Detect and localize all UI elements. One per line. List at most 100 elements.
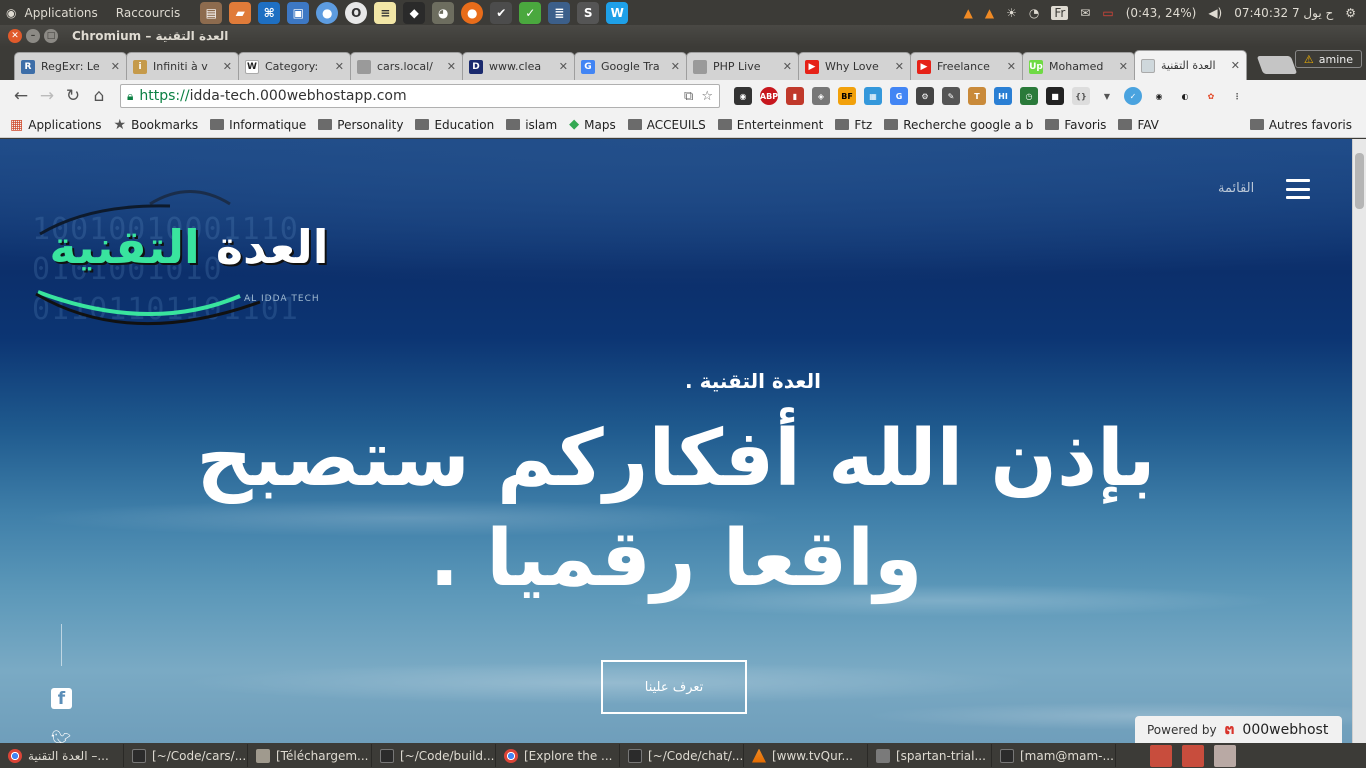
tab-close-icon[interactable]: ✕	[895, 60, 904, 73]
vscode-launcher-icon[interactable]: ⌘	[258, 1, 281, 24]
taskbar-window-button[interactable]: العدة التقنية –...	[0, 744, 124, 767]
timer-ext-icon[interactable]: ◷	[1020, 87, 1038, 105]
files-launcher-icon[interactable]: ▰	[229, 1, 252, 24]
applications-menu[interactable]: Applications	[24, 6, 97, 20]
menu-dots-icon[interactable]: ⋮	[1228, 87, 1246, 105]
scrollbar-thumb[interactable]	[1355, 153, 1364, 209]
window-title-bar[interactable]: ✕ – □ Chromium – العدة التقنية	[0, 25, 1366, 47]
keyboard-layout-indicator[interactable]: Fr	[1051, 5, 1069, 20]
tab-close-icon[interactable]: ✕	[1119, 60, 1128, 73]
shield-ext-icon[interactable]: ◈	[812, 87, 830, 105]
vue-ext-icon[interactable]: ▼	[1098, 87, 1116, 105]
tab-close-icon[interactable]: ✕	[783, 60, 792, 73]
show-desktop-icon[interactable]	[1214, 744, 1236, 767]
browser-tab[interactable]: ▶ Freelance ✕	[910, 52, 1023, 80]
vlc-tray-icon[interactable]: ▲	[964, 6, 973, 20]
taskbar-window-button[interactable]: [~/Code/chat/...	[620, 744, 744, 767]
tab-close-icon[interactable]: ✕	[447, 60, 456, 73]
lock-icon[interactable]: 🔒︎	[127, 89, 133, 104]
color-picker-ext-icon[interactable]: ✎	[942, 87, 960, 105]
bookmark-item[interactable]: ACCEUILS	[627, 118, 706, 132]
gimp-launcher-icon[interactable]: ◕	[432, 1, 455, 24]
bookmark-item[interactable]: ▦ Applications	[10, 117, 102, 133]
tasks-launcher-icon[interactable]: ✓	[519, 1, 542, 24]
opera-launcher-icon[interactable]: O	[345, 1, 368, 24]
clock[interactable]: 07:40:32 7 ح يول	[1234, 6, 1333, 20]
browser-tab[interactable]: ▶ Why Love ✕	[798, 52, 911, 80]
check-ext-icon[interactable]: ✓	[1124, 87, 1142, 105]
taskbar-window-button[interactable]: [spartan-trial...	[868, 744, 992, 767]
kaaba-ext-icon[interactable]: ■	[1046, 87, 1064, 105]
contrast-ext-icon[interactable]: ◐	[1176, 87, 1194, 105]
bookmark-item[interactable]: Ftz	[835, 118, 872, 132]
adblock-plus-ext-icon[interactable]: ABP	[760, 87, 778, 105]
bookmark-item[interactable]: Education	[415, 118, 494, 132]
profile-button[interactable]: ⚠ amine	[1294, 50, 1362, 68]
bookmark-item[interactable]: FAV	[1118, 118, 1159, 132]
tab-close-icon[interactable]: ✕	[335, 60, 344, 73]
shortcuts-menu[interactable]: Raccourcis	[116, 6, 180, 20]
tab-close-icon[interactable]: ✕	[1007, 60, 1016, 73]
firefox-launcher-icon[interactable]: ●	[461, 1, 484, 24]
browser-tab[interactable]: cars.local/ ✕	[350, 52, 463, 80]
window-launcher-icon[interactable]: ▣	[287, 1, 310, 24]
mail-icon[interactable]: ✉	[1080, 6, 1090, 20]
webstorm-launcher-icon[interactable]: W	[606, 1, 629, 24]
bookmark-item[interactable]: Personality	[318, 118, 403, 132]
other-bookmarks-folder[interactable]: Autres favoris	[1249, 118, 1352, 132]
browser-tab[interactable]: R RegExr: Le ✕	[14, 52, 127, 80]
incognito-ext-icon[interactable]: ◉	[734, 87, 752, 105]
bookmark-star-icon[interactable]: ☆	[701, 89, 713, 104]
taskbar-window-button[interactable]: [Téléchargem...	[248, 744, 372, 767]
tab-close-icon[interactable]: ✕	[559, 60, 568, 73]
calculator-launcher-icon[interactable]: ▤	[200, 1, 223, 24]
browser-tab[interactable]: Dwww.clea ✕	[462, 52, 575, 80]
code-editor-launcher-icon[interactable]: ≣	[548, 1, 571, 24]
json-ext-icon[interactable]: {}	[1072, 87, 1090, 105]
browser-tab[interactable]: W Category: ✕	[238, 52, 351, 80]
window-minimize-button[interactable]: –	[26, 29, 40, 43]
taskbar-window-button[interactable]: [Explore the ...	[496, 744, 620, 767]
bf-ext-icon[interactable]: BF	[838, 87, 856, 105]
page-scrollbar[interactable]	[1352, 139, 1366, 743]
notes-launcher-icon[interactable]: ≡	[374, 1, 397, 24]
bookmark-item[interactable]: Favoris	[1045, 118, 1106, 132]
bookmark-item[interactable]: islam	[506, 118, 557, 132]
translate-icon[interactable]: ⧉	[684, 89, 693, 104]
workspace2-icon[interactable]	[1182, 744, 1204, 767]
tab-close-icon[interactable]: ✕	[111, 60, 120, 73]
sublime-launcher-icon[interactable]: S	[577, 1, 600, 24]
eye-ext-icon[interactable]: ◉	[1150, 87, 1168, 105]
site-logo[interactable]: 10010010001110 0101001010 01101101101101…	[30, 184, 348, 334]
taskbar-window-button[interactable]: [~/Code/cars/...	[124, 744, 248, 767]
powered-by-badge[interactable]: Powered by ຕ 000webhost	[1135, 716, 1342, 743]
browser-tab[interactable]: العدة التقنية ✕	[1134, 50, 1247, 80]
check-app-launcher-icon[interactable]: ✔	[490, 1, 513, 24]
wifi-icon[interactable]: ◔	[1029, 6, 1039, 20]
workspace-icon[interactable]	[1150, 744, 1172, 767]
flower-ext-icon[interactable]: ✿	[1202, 87, 1220, 105]
chromium-launcher-icon[interactable]: ●	[316, 1, 339, 24]
battery-icon[interactable]: ▭	[1102, 6, 1113, 20]
bookmark-item[interactable]: ★ Bookmarks	[114, 117, 199, 133]
gear-ext-icon[interactable]: ⚙	[916, 87, 934, 105]
window-maximize-button[interactable]: □	[44, 29, 58, 43]
bookmark-item[interactable]: ◆ Maps	[569, 117, 616, 132]
bulb-tray-icon[interactable]: ☀	[1006, 6, 1017, 20]
power-gear-icon[interactable]: ⚙	[1345, 6, 1356, 20]
taskbar-window-button[interactable]: [mam@mam-...	[992, 744, 1116, 767]
back-button[interactable]: ←	[8, 83, 34, 109]
inkscape-launcher-icon[interactable]: ◆	[403, 1, 426, 24]
battery-status[interactable]: (0:43, 24%)	[1126, 6, 1197, 20]
browser-tab[interactable]: G Google Tra ✕	[574, 52, 687, 80]
address-bar[interactable]: 🔒︎ https://idda-tech.000webhostapp.com ⧉…	[120, 84, 720, 108]
bookmark-item[interactable]: Enterteinment	[717, 118, 823, 132]
home-button[interactable]: ⌂	[86, 83, 112, 109]
reload-button[interactable]: ↻	[60, 83, 86, 109]
hi-ext-icon[interactable]: HI	[994, 87, 1012, 105]
bookmark-item[interactable]: Recherche google a b	[884, 118, 1033, 132]
menu-label[interactable]: القائمة	[1218, 181, 1254, 196]
new-tab-button[interactable]	[1256, 56, 1298, 74]
taskbar-window-button[interactable]: [www.tvQur...	[744, 744, 868, 767]
volume-icon[interactable]: ◀)	[1208, 6, 1222, 20]
